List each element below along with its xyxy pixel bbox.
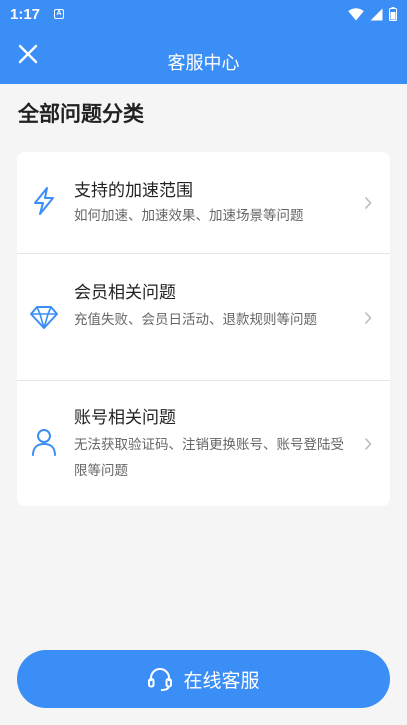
category-desc: 充值失败、会员日活动、退款规则等问题 bbox=[74, 312, 317, 328]
page-title: 客服中心 bbox=[167, 53, 240, 74]
category-desc: 无法获取验证码、注销更换账号、账号登陆受限等问题 bbox=[74, 437, 344, 479]
online-service-button[interactable]: 在线客服 bbox=[17, 650, 390, 708]
section-title: 全部问题分类 bbox=[18, 102, 144, 126]
category-title: 会员相关问题 bbox=[74, 283, 176, 303]
online-service-label: 在线客服 bbox=[183, 669, 260, 692]
user-icon bbox=[29, 427, 59, 457]
close-icon bbox=[18, 44, 38, 64]
diamond-icon bbox=[29, 302, 59, 332]
wifi-icon bbox=[348, 7, 364, 20]
status-bar: 1:17 A bbox=[0, 0, 407, 28]
category-item-membership[interactable]: 会员相关问题 充值失败、会员日活动、退款规则等问题 bbox=[17, 254, 390, 381]
category-title: 账号相关问题 bbox=[74, 408, 176, 428]
headset-icon bbox=[148, 668, 173, 691]
notification-icon: A bbox=[54, 9, 65, 19]
chevron-right-icon bbox=[362, 310, 374, 326]
chevron-right-icon bbox=[362, 436, 374, 452]
app-bar: 客服中心 bbox=[0, 28, 407, 84]
category-list: 支持的加速范围 如何加速、加速效果、加速场景等问题 会员相关问题 充值失败、会员… bbox=[17, 152, 390, 506]
battery-icon bbox=[389, 7, 397, 21]
signal-icon bbox=[370, 8, 383, 20]
lightning-icon bbox=[29, 186, 59, 216]
category-item-account[interactable]: 账号相关问题 无法获取验证码、注销更换账号、账号登陆受限等问题 bbox=[17, 381, 390, 506]
status-indicators bbox=[348, 7, 397, 21]
category-title: 支持的加速范围 bbox=[74, 181, 193, 201]
chevron-right-icon bbox=[362, 195, 374, 211]
category-item-acceleration[interactable]: 支持的加速范围 如何加速、加速效果、加速场景等问题 bbox=[17, 152, 390, 254]
status-time: 1:17 bbox=[10, 5, 41, 23]
close-button[interactable] bbox=[12, 38, 44, 70]
category-desc: 如何加速、加速效果、加速场景等问题 bbox=[74, 208, 304, 224]
